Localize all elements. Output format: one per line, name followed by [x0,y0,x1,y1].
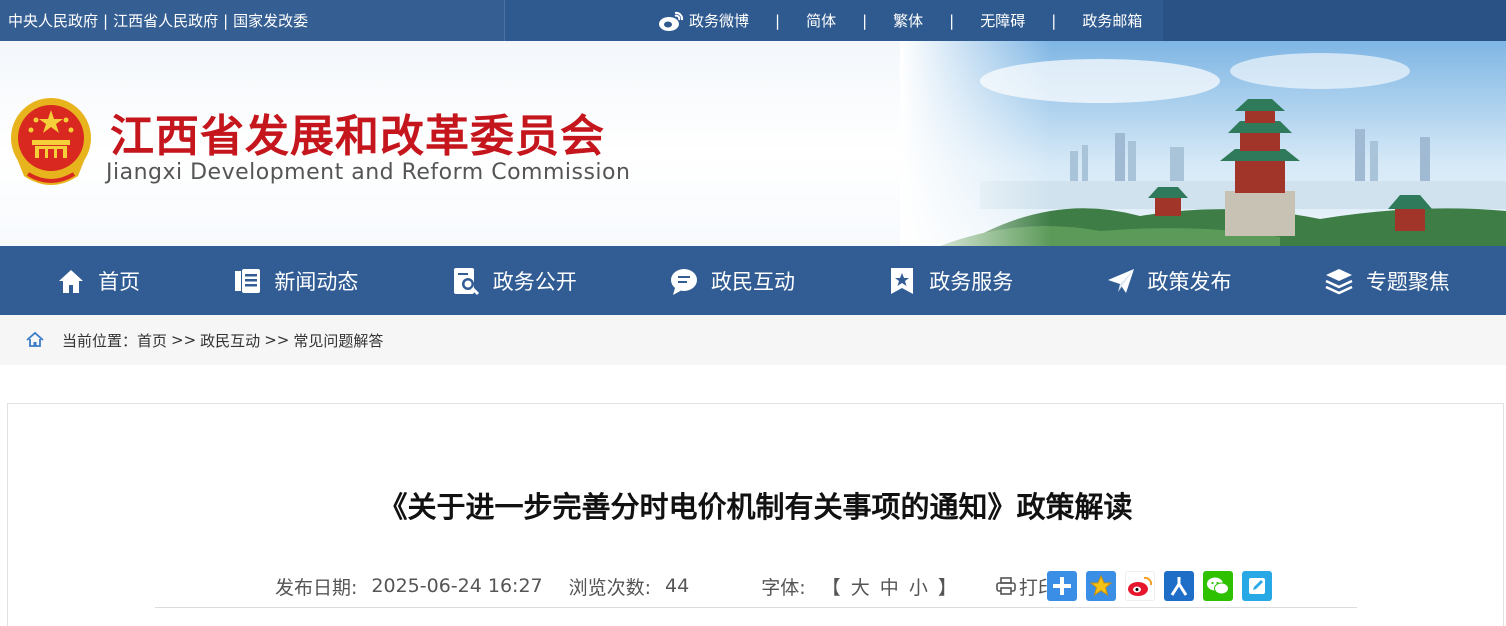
paper-plane-icon [1107,268,1134,293]
separator: | [223,11,229,30]
article-card: 《关于进一步完善分时电价机制有关事项的通知》政策解读 发布日期: 2025-06… [7,403,1504,626]
link-central-government[interactable]: 中央人民政府 [8,10,98,31]
bracket-close: 】 [937,576,957,599]
site-banner: 江西省发展和改革委员会 Jiangxi Development and Refo… [0,41,1506,246]
publish-date-label: 发布日期: [275,576,358,599]
nav-label: 政务公开 [492,269,577,294]
separator: | [1051,11,1057,30]
separator: | [862,11,868,30]
top-bar-filler [1163,0,1506,41]
breadcrumb-link-home[interactable]: 首页 [137,330,167,351]
font-size-medium-button[interactable]: 中 [880,577,899,599]
breadcrumb-link-interaction[interactable]: 政民互动 [200,330,260,351]
link-jiangxi-government[interactable]: 江西省人民政府 [113,10,218,31]
nav-label: 首页 [98,269,141,294]
article-meta: 发布日期: 2025-06-24 16:27 浏览次数: 44 字体: 【 大 … [275,571,1057,601]
banner-scenery-image [900,41,1506,246]
wechat-icon[interactable] [1203,571,1233,601]
share-plus-icon[interactable] [1047,571,1077,601]
publish-date-value: 2025-06-24 16:27 [371,575,543,597]
nav-label: 政民互动 [710,269,795,294]
breadcrumb: 当前位置： 首页 >> 政民互动 >> 常见问题解答 [0,315,1506,365]
breadcrumb-prefix: 当前位置： [62,331,138,350]
nav-item-topics[interactable]: 专题聚焦 [1324,266,1450,296]
nav-item-policy[interactable]: 政策发布 [1106,266,1232,296]
nav-item-government-affairs[interactable]: 政务公开 [451,266,577,296]
nav-label: 新闻动态 [274,269,359,294]
top-utility-links: 政务微博 | 简体 | 繁体 | 无障碍 | 政务邮箱 [506,0,1163,41]
link-email[interactable]: 政务邮箱 [1082,10,1142,31]
edit-note-icon[interactable] [1242,571,1272,601]
star-bookmark-icon [891,267,914,294]
views-label: 浏览次数: [568,576,652,599]
bracket-open: 【 [821,576,841,599]
nav-label: 政策发布 [1147,269,1232,294]
link-simplified[interactable]: 简体 [806,10,836,31]
breadcrumb-link-faq[interactable]: 常见问题解答 [293,330,383,351]
link-traditional[interactable]: 繁体 [893,10,923,31]
national-emblem-icon[interactable] [8,96,94,188]
separator: | [775,11,781,30]
nav-item-interaction[interactable]: 政民互动 [669,266,795,296]
favorite-star-icon[interactable] [1086,571,1116,601]
weibo-icon [659,11,684,31]
font-size-label: 字体: [761,576,806,599]
site-subtitle: Jiangxi Development and Reform Commissio… [106,160,631,185]
nav-item-services[interactable]: 政务服务 [887,266,1013,296]
nav-label: 政务服务 [929,269,1014,294]
separator: | [949,11,955,30]
share-bar [1047,571,1272,601]
nav-item-news[interactable]: 新闻动态 [232,266,358,296]
separator: | [103,11,109,30]
renren-icon[interactable] [1164,571,1194,601]
chat-icon [670,268,697,295]
nav-label: 专题聚焦 [1365,269,1450,294]
link-weibo[interactable]: 政务微博 [658,10,749,32]
font-size-control: 【 大 中 小 】 [820,573,959,600]
link-accessibility[interactable]: 无障碍 [980,10,1025,31]
main-nav: 首页 新闻动态 政务公开 政民互动 政务服务 政策发布 专题聚焦 [0,246,1506,315]
site-title: 江西省发展和改革委员会 [110,111,605,162]
document-search-icon [453,267,479,295]
views-value: 44 [665,575,690,597]
home-icon [59,269,84,293]
printer-icon [996,577,1016,595]
news-icon [235,268,261,293]
nav-item-home[interactable]: 首页 [56,266,140,296]
top-bar: 中央人民政府 | 江西省人民政府 | 国家发改委 政务微博 | 简体 | 繁体 … [0,0,1506,41]
font-size-small-button[interactable]: 小 [909,577,928,599]
breadcrumb-separator: >> [171,331,197,349]
layers-icon [1325,268,1353,294]
breadcrumb-separator: >> [264,331,290,349]
font-size-large-button[interactable]: 大 [851,577,870,599]
top-links: 中央人民政府 | 江西省人民政府 | 国家发改委 [0,0,505,41]
weibo-icon[interactable] [1125,571,1155,601]
link-ndrc[interactable]: 国家发改委 [233,10,308,31]
meta-divider [155,607,1357,608]
home-icon [26,331,44,347]
article-title: 《关于进一步完善分时电价机制有关事项的通知》政策解读 [378,490,1133,524]
